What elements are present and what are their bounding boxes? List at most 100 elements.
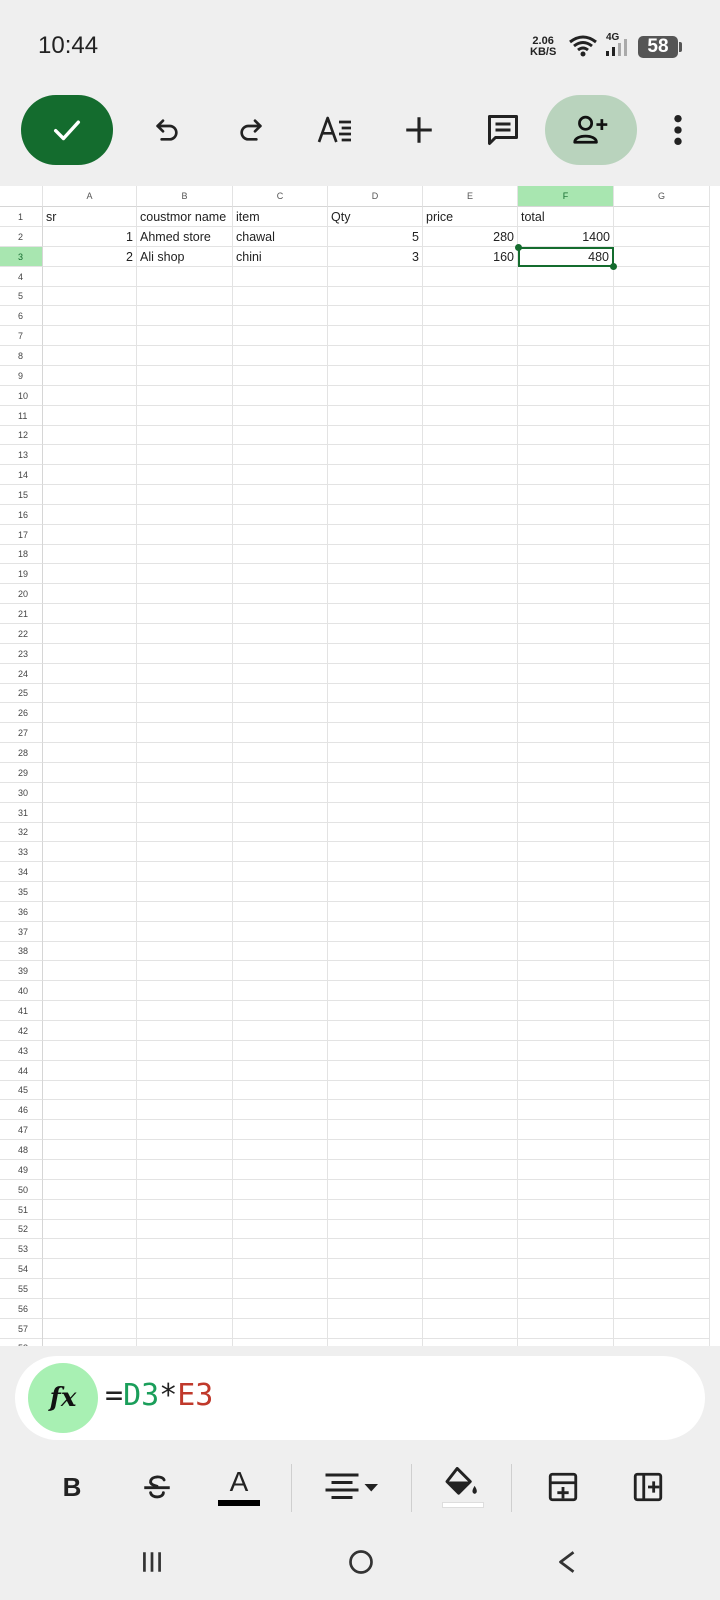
row-header[interactable]: 36: [0, 901, 43, 922]
cell-a27[interactable]: [43, 723, 137, 744]
cell-d32[interactable]: [328, 822, 423, 843]
cell-b27[interactable]: [137, 723, 233, 744]
cell-e43[interactable]: [423, 1040, 518, 1061]
cell-c3[interactable]: chini: [233, 246, 328, 267]
cell-b30[interactable]: [137, 782, 233, 803]
cell-g6[interactable]: [614, 306, 710, 327]
fx-icon[interactable]: fx: [28, 1363, 98, 1433]
cell-e58[interactable]: [423, 1338, 518, 1346]
cell-g4[interactable]: [614, 266, 710, 287]
row-header[interactable]: 30: [0, 782, 43, 803]
cell-c41[interactable]: [233, 1001, 328, 1021]
cell-c13[interactable]: [233, 445, 328, 466]
cell-c57[interactable]: [233, 1318, 328, 1339]
cell-b38[interactable]: [137, 941, 233, 962]
row-header[interactable]: 40: [0, 981, 43, 1002]
cell-a9[interactable]: [43, 365, 137, 386]
cell-a7[interactable]: [43, 326, 137, 347]
cell-b33[interactable]: [137, 842, 233, 863]
cell-e28[interactable]: [423, 742, 518, 763]
cell-f48[interactable]: [518, 1139, 614, 1160]
cell-f5[interactable]: [518, 286, 614, 307]
cell-e11[interactable]: [423, 405, 518, 426]
cell-b34[interactable]: [137, 862, 233, 883]
cell-e1[interactable]: price: [423, 207, 518, 227]
cell-d54[interactable]: [328, 1259, 423, 1280]
cell-a3[interactable]: 2: [43, 246, 137, 267]
cell-c43[interactable]: [233, 1040, 328, 1061]
cell-f40[interactable]: [518, 981, 614, 1002]
cell-f58[interactable]: [518, 1338, 614, 1346]
cell-f10[interactable]: [518, 385, 614, 406]
cell-b45[interactable]: [137, 1080, 233, 1101]
cell-a20[interactable]: [43, 584, 137, 605]
row-header[interactable]: 21: [0, 604, 43, 624]
cell-g23[interactable]: [614, 643, 710, 664]
cell-e26[interactable]: [423, 703, 518, 724]
cell-d26[interactable]: [328, 703, 423, 724]
cell-g12[interactable]: [614, 425, 710, 446]
cell-a56[interactable]: [43, 1298, 137, 1319]
cell-a32[interactable]: [43, 822, 137, 843]
cell-d29[interactable]: [328, 762, 423, 783]
cell-a23[interactable]: [43, 643, 137, 664]
cell-g30[interactable]: [614, 782, 710, 803]
cell-b54[interactable]: [137, 1259, 233, 1280]
cell-c19[interactable]: [233, 564, 328, 585]
cell-d24[interactable]: [328, 663, 423, 684]
cell-e54[interactable]: [423, 1259, 518, 1280]
cell-b51[interactable]: [137, 1199, 233, 1220]
row-header[interactable]: 15: [0, 484, 43, 505]
cell-g53[interactable]: [614, 1239, 710, 1260]
row-header[interactable]: 26: [0, 703, 43, 724]
cell-d3[interactable]: 3: [328, 246, 423, 267]
cell-b50[interactable]: [137, 1179, 233, 1200]
cell-a2[interactable]: 1: [43, 226, 137, 247]
cell-c25[interactable]: [233, 683, 328, 704]
cell-g48[interactable]: [614, 1139, 710, 1160]
back-button[interactable]: [542, 1542, 592, 1582]
cell-f26[interactable]: [518, 703, 614, 724]
cell-d9[interactable]: [328, 365, 423, 386]
cell-c27[interactable]: [233, 723, 328, 744]
cell-f1[interactable]: total: [518, 207, 614, 227]
cell-e2[interactable]: 280: [423, 226, 518, 247]
cell-d5[interactable]: [328, 286, 423, 307]
column-header-g[interactable]: G: [614, 186, 710, 207]
cell-f44[interactable]: [518, 1060, 614, 1081]
cell-d48[interactable]: [328, 1139, 423, 1160]
cell-b48[interactable]: [137, 1139, 233, 1160]
formula-bar[interactable]: fx =D3*E3: [15, 1356, 705, 1440]
cell-b29[interactable]: [137, 762, 233, 783]
cell-d15[interactable]: [328, 484, 423, 505]
cell-g14[interactable]: [614, 465, 710, 486]
cell-c10[interactable]: [233, 385, 328, 406]
cell-d34[interactable]: [328, 862, 423, 883]
cell-c36[interactable]: [233, 901, 328, 922]
row-header[interactable]: 37: [0, 921, 43, 942]
cell-a54[interactable]: [43, 1259, 137, 1280]
cell-b14[interactable]: [137, 465, 233, 486]
cell-d12[interactable]: [328, 425, 423, 446]
row-header[interactable]: 19: [0, 564, 43, 585]
cell-d8[interactable]: [328, 345, 423, 366]
cell-c39[interactable]: [233, 961, 328, 982]
cell-c44[interactable]: [233, 1060, 328, 1081]
cell-g50[interactable]: [614, 1179, 710, 1200]
cell-a31[interactable]: [43, 802, 137, 823]
cell-d19[interactable]: [328, 564, 423, 585]
cell-b35[interactable]: [137, 881, 233, 902]
column-header-d[interactable]: D: [328, 186, 423, 207]
comment-button[interactable]: [475, 102, 531, 158]
text-format-button[interactable]: [307, 102, 363, 158]
bold-button[interactable]: B: [44, 1462, 100, 1512]
cell-a13[interactable]: [43, 445, 137, 466]
cell-d46[interactable]: [328, 1100, 423, 1121]
cell-d56[interactable]: [328, 1298, 423, 1319]
row-header[interactable]: 35: [0, 881, 43, 902]
cell-g9[interactable]: [614, 365, 710, 386]
row-header[interactable]: 11: [0, 405, 43, 426]
cell-e37[interactable]: [423, 921, 518, 942]
cell-e27[interactable]: [423, 723, 518, 744]
cell-f23[interactable]: [518, 643, 614, 664]
